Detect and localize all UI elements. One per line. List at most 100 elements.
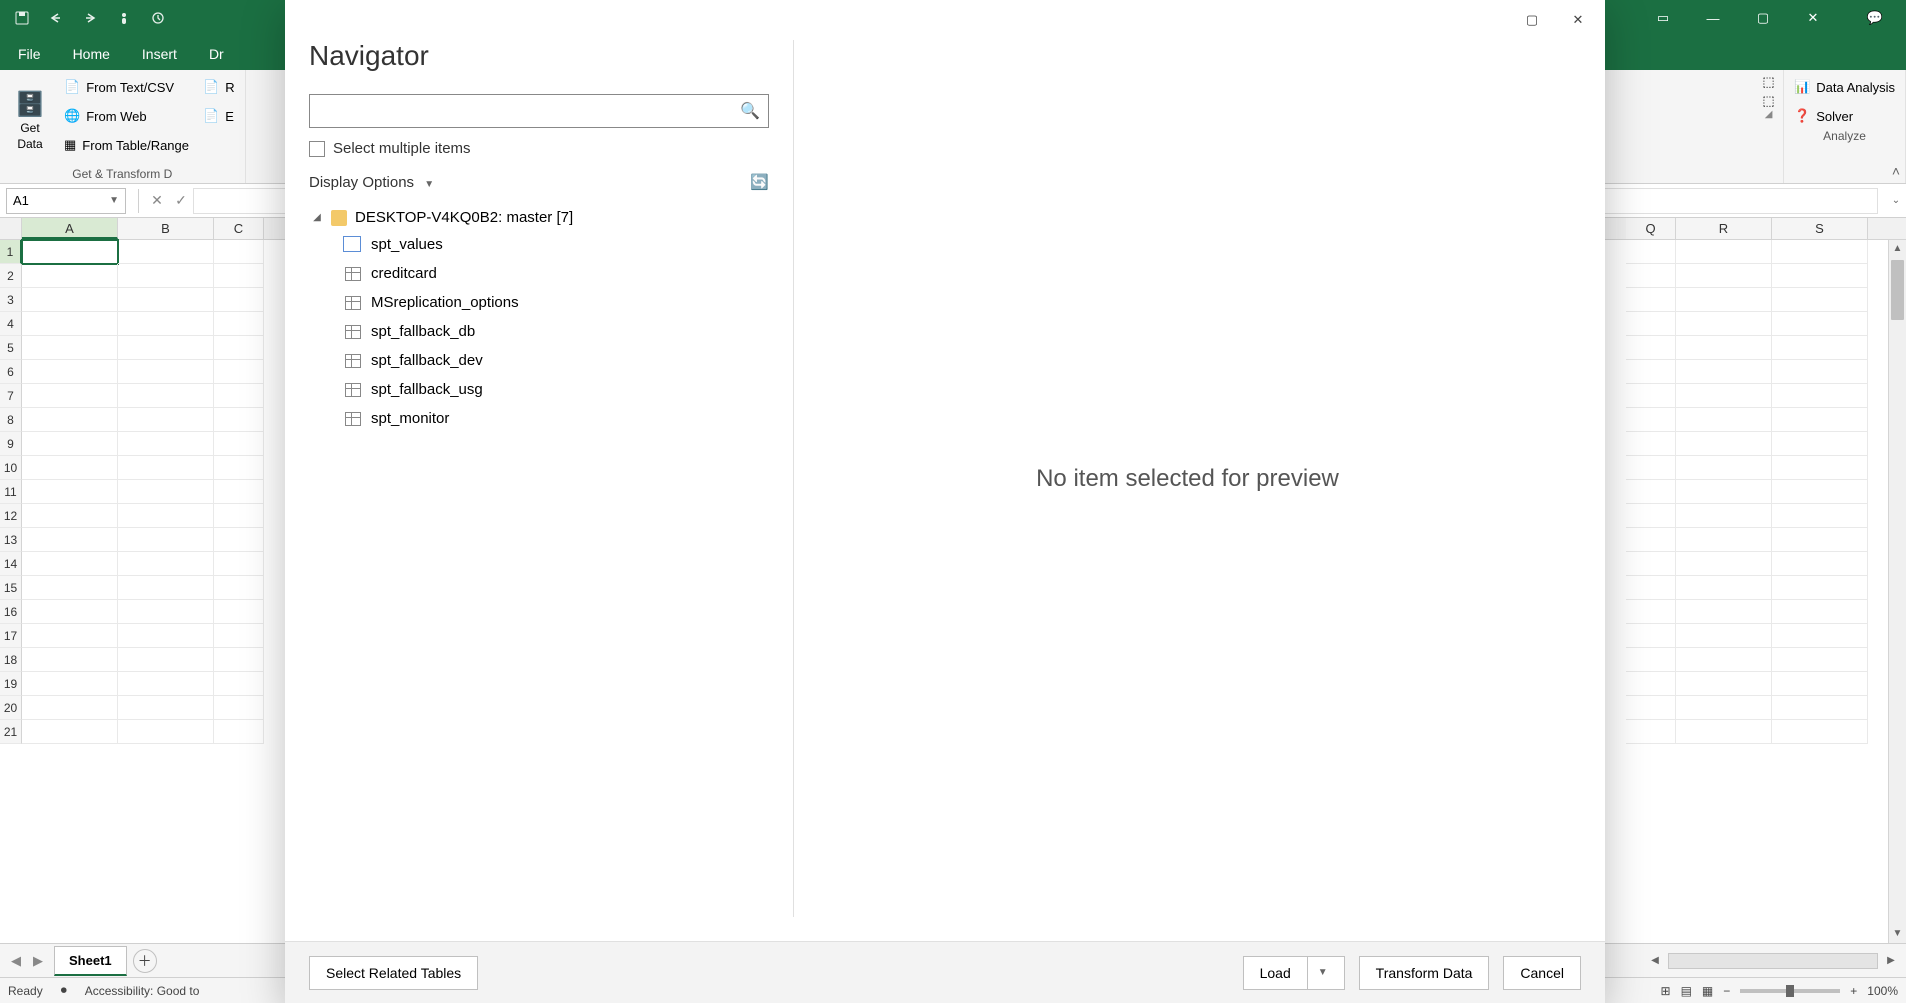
cell[interactable] xyxy=(214,336,264,360)
dialog-maximize-icon[interactable]: ▢ xyxy=(1509,4,1555,36)
cell[interactable] xyxy=(214,624,264,648)
from-text-csv-button[interactable]: 📄 From Text/CSV xyxy=(62,74,191,100)
save-icon[interactable] xyxy=(8,4,36,32)
view-normal-icon[interactable]: ⊞ xyxy=(1661,984,1671,998)
from-table-range-button[interactable]: ▦ From Table/Range xyxy=(62,132,191,158)
cell[interactable] xyxy=(1772,720,1868,744)
add-sheet-button[interactable]: ＋ xyxy=(133,949,157,973)
cell[interactable] xyxy=(118,672,214,696)
cell[interactable] xyxy=(1772,504,1868,528)
cell[interactable] xyxy=(1626,552,1676,576)
cell[interactable] xyxy=(1772,624,1868,648)
cell[interactable] xyxy=(1626,720,1676,744)
tree-item[interactable]: spt_values xyxy=(309,230,769,259)
cell[interactable] xyxy=(214,672,264,696)
cell[interactable] xyxy=(22,648,118,672)
cell[interactable] xyxy=(1626,312,1676,336)
cell[interactable] xyxy=(22,720,118,744)
sheet-nav-prev-icon[interactable]: ◀ xyxy=(6,953,26,969)
row-header[interactable]: 1 xyxy=(0,240,22,264)
load-button[interactable]: Load ▼ xyxy=(1243,956,1345,990)
cell[interactable] xyxy=(1676,408,1772,432)
cell[interactable] xyxy=(118,312,214,336)
cell[interactable] xyxy=(1676,240,1772,264)
cell[interactable] xyxy=(214,456,264,480)
cell[interactable] xyxy=(214,240,264,264)
dialog-launcher-icon[interactable]: ◢ xyxy=(1765,109,1773,120)
refresh-icon[interactable]: 🔄 xyxy=(750,173,769,191)
cell[interactable] xyxy=(214,288,264,312)
zoom-slider[interactable] xyxy=(1740,989,1840,993)
cell[interactable] xyxy=(1626,528,1676,552)
cell[interactable] xyxy=(1772,264,1868,288)
partial-button-e[interactable]: 📄 E xyxy=(201,103,237,129)
zoom-out-icon[interactable]: − xyxy=(1723,984,1730,998)
tree-item[interactable]: spt_fallback_db xyxy=(309,317,769,346)
cell[interactable] xyxy=(118,288,214,312)
cell[interactable] xyxy=(1772,432,1868,456)
cell[interactable] xyxy=(1676,480,1772,504)
tab-partial[interactable]: Dr xyxy=(195,38,238,70)
zoom-in-icon[interactable]: + xyxy=(1850,984,1857,998)
group-rows-icon[interactable]: ⬚ xyxy=(1762,74,1774,90)
hscroll-left-icon[interactable]: ◀ xyxy=(1646,955,1664,966)
cell[interactable] xyxy=(1772,552,1868,576)
view-page-break-icon[interactable]: ▦ xyxy=(1702,984,1713,998)
ungroup-rows-icon[interactable]: ⬚ xyxy=(1762,93,1774,109)
cell[interactable] xyxy=(1676,504,1772,528)
cell[interactable] xyxy=(1626,696,1676,720)
data-analysis-button[interactable]: 📊 Data Analysis xyxy=(1792,74,1897,100)
display-options-dropdown[interactable]: Display Options ▼ xyxy=(309,174,434,191)
column-header-A[interactable]: A xyxy=(22,218,118,239)
vertical-scrollbar[interactable]: ▲ ▼ xyxy=(1888,240,1906,943)
cell[interactable] xyxy=(1626,336,1676,360)
cell[interactable] xyxy=(214,576,264,600)
cell[interactable] xyxy=(22,408,118,432)
touch-mode-icon[interactable] xyxy=(110,4,138,32)
cell[interactable] xyxy=(118,624,214,648)
row-header[interactable]: 2 xyxy=(0,264,22,288)
cell[interactable] xyxy=(214,360,264,384)
row-header[interactable]: 10 xyxy=(0,456,22,480)
cell[interactable] xyxy=(22,504,118,528)
select-related-tables-button[interactable]: Select Related Tables xyxy=(309,956,478,990)
cell[interactable] xyxy=(1772,336,1868,360)
cell[interactable] xyxy=(214,528,264,552)
macro-record-icon[interactable]: ⏺ xyxy=(61,983,67,998)
cell[interactable] xyxy=(1772,600,1868,624)
cell[interactable] xyxy=(1676,288,1772,312)
row-header[interactable]: 9 xyxy=(0,432,22,456)
row-header[interactable]: 15 xyxy=(0,576,22,600)
tree-item[interactable]: spt_monitor xyxy=(309,404,769,433)
cell[interactable] xyxy=(22,672,118,696)
cancel-formula-icon[interactable]: ✕ xyxy=(145,192,169,209)
cell[interactable] xyxy=(1676,360,1772,384)
tree-item[interactable]: spt_fallback_dev xyxy=(309,346,769,375)
accessibility-status[interactable]: Accessibility: Good to xyxy=(85,984,200,998)
cell[interactable] xyxy=(118,600,214,624)
sheet-nav-next-icon[interactable]: ▶ xyxy=(28,953,48,969)
chevron-down-icon[interactable]: ▼ xyxy=(109,195,119,206)
cell[interactable] xyxy=(1676,720,1772,744)
ribbon-display-icon[interactable]: ▭ xyxy=(1640,3,1686,33)
cell[interactable] xyxy=(1626,600,1676,624)
cell[interactable] xyxy=(214,432,264,456)
column-header-Q[interactable]: Q xyxy=(1626,218,1676,239)
scroll-up-icon[interactable]: ▲ xyxy=(1889,240,1906,258)
cell[interactable] xyxy=(1676,264,1772,288)
column-header-R[interactable]: R xyxy=(1676,218,1772,239)
cell[interactable] xyxy=(22,624,118,648)
cell[interactable] xyxy=(1676,528,1772,552)
cell[interactable] xyxy=(1772,576,1868,600)
cell[interactable] xyxy=(118,648,214,672)
select-multiple-checkbox[interactable]: Select multiple items xyxy=(309,140,769,157)
row-header[interactable]: 13 xyxy=(0,528,22,552)
row-header[interactable]: 12 xyxy=(0,504,22,528)
cell[interactable] xyxy=(214,408,264,432)
collapse-ribbon-icon[interactable]: ˄ xyxy=(1892,163,1900,179)
row-header[interactable]: 7 xyxy=(0,384,22,408)
cell[interactable] xyxy=(214,384,264,408)
scroll-thumb[interactable] xyxy=(1891,260,1904,320)
cell[interactable] xyxy=(22,480,118,504)
cell[interactable] xyxy=(1772,288,1868,312)
